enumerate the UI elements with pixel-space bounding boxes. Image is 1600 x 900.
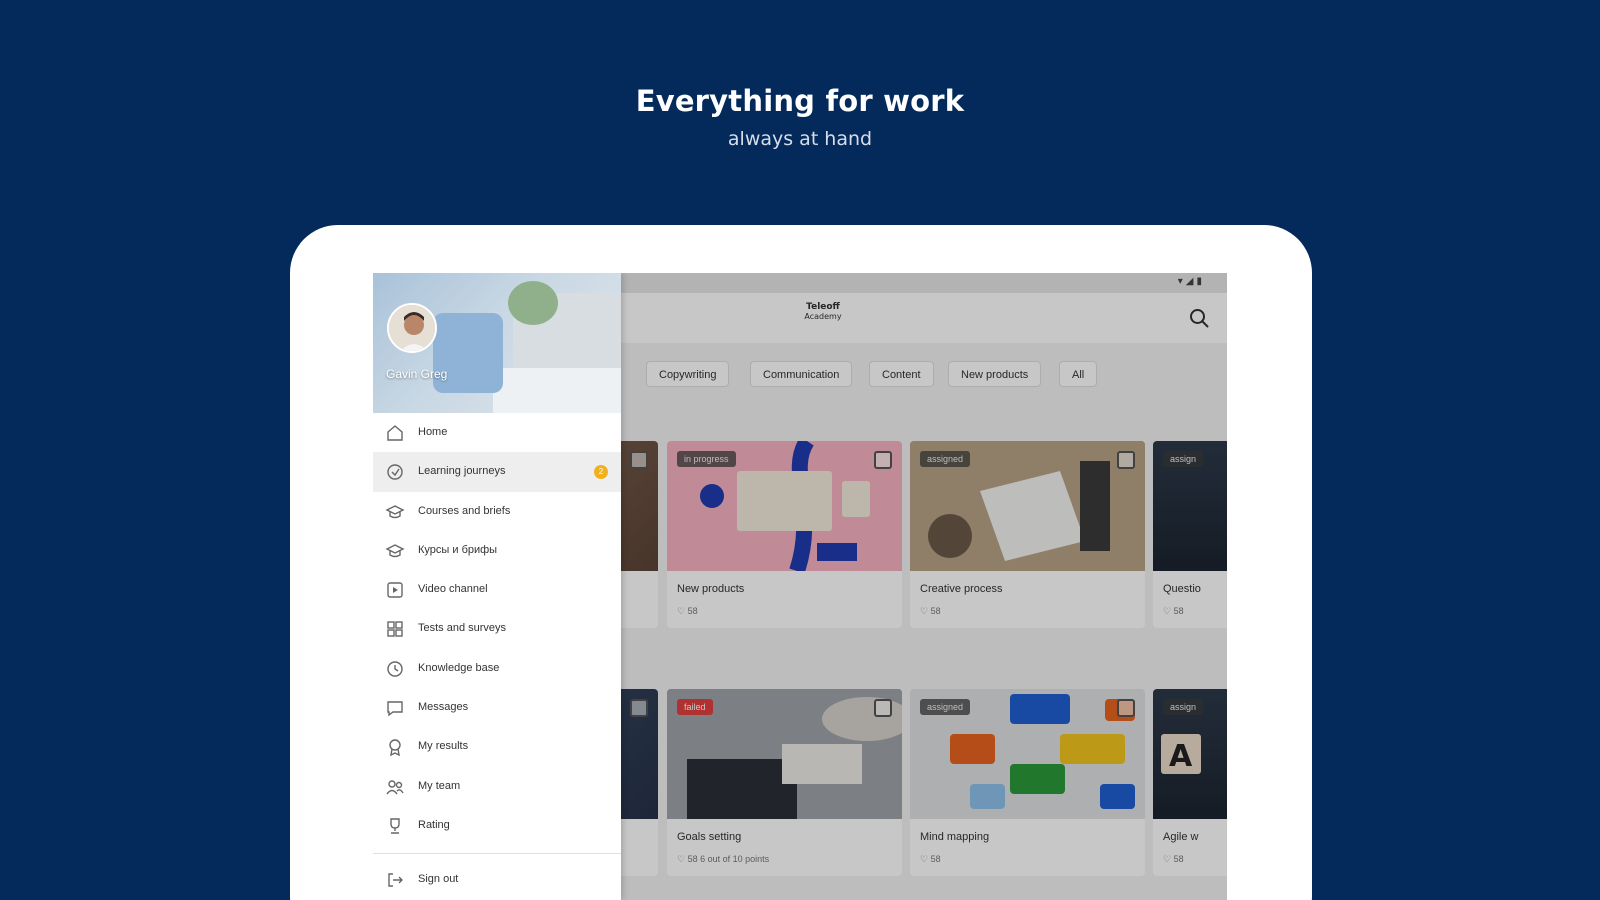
results-icon: [389, 739, 401, 757]
menu-item-label: Home: [418, 426, 448, 438]
promo-subtitle: always at hand: [727, 128, 873, 150]
clock-icon: [387, 661, 403, 677]
menu-item-courses-ru[interactable]: Курсы и брифы: [373, 531, 621, 570]
menu-item-label: Messages: [418, 701, 469, 714]
menu-item-knowledge-base[interactable]: Knowledge base: [373, 649, 621, 688]
message-icon: [387, 701, 403, 717]
user-name: Gavin Greg: [386, 367, 448, 381]
play-icon: [387, 582, 403, 598]
menu-item-sign-out[interactable]: Sign out: [373, 860, 621, 899]
menu-item-label: Knowledge base: [418, 661, 500, 674]
navigation-drawer: Gavin Greg Home Learning journeys 2 Cour…: [373, 273, 621, 900]
menu-item-learning-journeys[interactable]: Learning journeys 2: [373, 452, 621, 492]
menu-item-label: Learning journeys: [418, 465, 506, 478]
drawer-header: Gavin Greg: [373, 273, 621, 413]
menu-item-home[interactable]: Home: [373, 413, 621, 452]
menu-item-label: Tests and surveys: [418, 622, 507, 635]
menu-item-courses-and-briefs[interactable]: Courses and briefs: [373, 492, 621, 531]
menu-item-label: My results: [418, 740, 469, 753]
menu-item-label: Курсы и брифы: [418, 543, 498, 556]
team-icon: [386, 779, 404, 795]
journey-icon: [387, 464, 403, 480]
menu-item-label: Rating: [418, 818, 450, 831]
menu-divider: [373, 853, 621, 855]
drawer-menu: Home Learning journeys 2 Courses and bri…: [373, 413, 621, 900]
home-icon: [387, 425, 403, 441]
tablet-screen: ▾◢▮ Teleoff Academy nt Copywriting Commu…: [373, 273, 1227, 900]
menu-item-label: My team: [418, 779, 461, 792]
graduation-cap-icon: [385, 504, 405, 518]
graduation-cap-icon: [385, 544, 405, 558]
menu-item-label: Courses and briefs: [418, 504, 511, 517]
grid-icon: [387, 621, 403, 638]
notification-badge: 2: [594, 465, 608, 480]
trophy-icon: [390, 818, 400, 834]
promo-title: Everything for work: [635, 84, 965, 118]
menu-item-label: Video channel: [418, 583, 488, 596]
menu-item-label: Sign out: [418, 873, 459, 886]
menu-item-video-channel[interactable]: Video channel: [373, 570, 621, 609]
menu-item-my-results[interactable]: My results: [373, 727, 621, 766]
menu-item-rating[interactable]: Rating: [373, 806, 621, 845]
menu-item-messages[interactable]: Messages: [373, 688, 621, 727]
menu-item-my-team[interactable]: My team: [373, 767, 621, 806]
sign-out-icon: [388, 873, 403, 887]
avatar[interactable]: [387, 303, 437, 353]
menu-item-tests-and-surveys[interactable]: Tests and surveys: [373, 609, 621, 648]
